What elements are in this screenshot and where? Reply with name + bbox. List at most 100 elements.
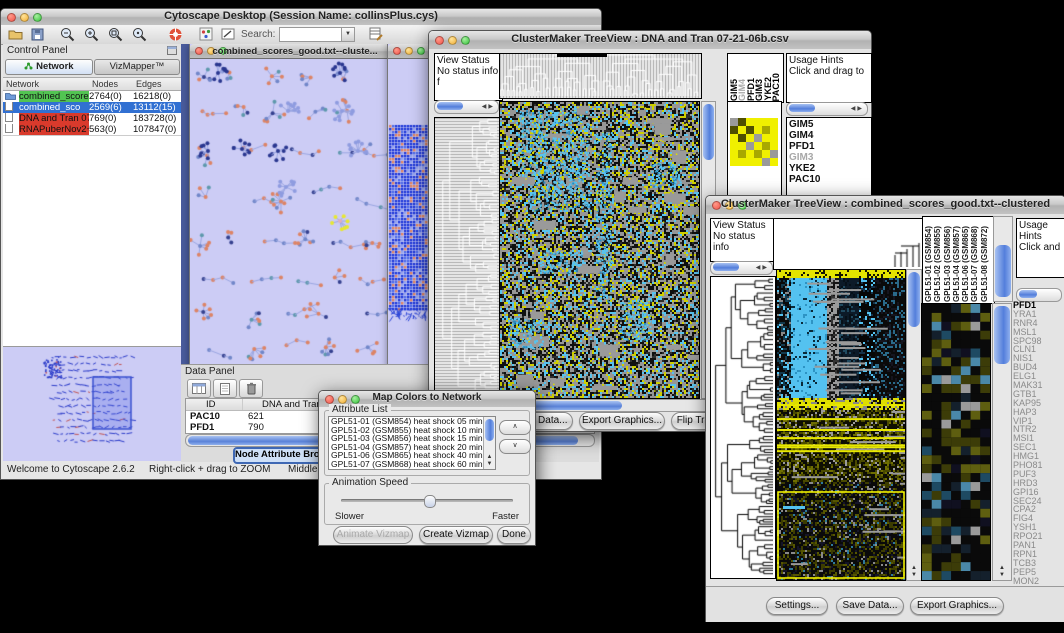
scrollbar-arrows[interactable]: ◀▶ (851, 105, 864, 112)
scrollbar-thumb[interactable] (994, 306, 1010, 364)
network-view-titlebar[interactable]: combined_scores_good.txt--cluste... (190, 44, 400, 59)
network-table-row[interactable]: DNA and Tran 07769(0)183728(0) (3, 113, 181, 124)
network-canvas[interactable] (190, 59, 396, 364)
scrollbar-thumb[interactable] (437, 102, 463, 110)
main-titlebar[interactable]: Cytoscape Desktop (Session Name: collins… (1, 9, 601, 26)
create-vizmap-button[interactable]: Create Vizmap (419, 526, 493, 544)
col-network[interactable]: Network (6, 79, 39, 89)
scrollbar-arrows[interactable]: ▲▼ (993, 565, 1011, 579)
delete-trash-icon[interactable] (239, 379, 263, 398)
row-dendrogram[interactable] (434, 117, 500, 399)
heatmap-zoom-panel[interactable] (921, 303, 991, 581)
column-label[interactable]: GPL51-02 (GSM855) (933, 226, 942, 302)
column-label[interactable]: GIM3 (754, 79, 762, 101)
gene-item[interactable]: PAC10 (789, 174, 869, 185)
network-view2-titlebar[interactable] (388, 44, 432, 59)
network-tree-area[interactable] (3, 135, 181, 346)
help-lifering-icon[interactable] (167, 26, 184, 42)
network-overview-thumbnail[interactable] (3, 347, 179, 459)
scrollbar-arrows[interactable]: ▲▼ (907, 565, 921, 579)
col-id[interactable]: ID (206, 399, 216, 410)
select-attributes-icon[interactable] (187, 379, 211, 398)
scrollbar-thumb[interactable] (713, 263, 739, 271)
attribute-browser-icon[interactable] (367, 26, 384, 42)
hints-scrollbar[interactable] (1016, 288, 1062, 302)
zoom-fit-icon[interactable] (131, 26, 148, 42)
row-dendrogram[interactable] (710, 276, 776, 579)
zoom-button[interactable] (417, 47, 425, 55)
column-label[interactable]: YKE2 (763, 77, 771, 101)
scrollbar-thumb[interactable] (703, 104, 714, 160)
scrollbar-thumb[interactable] (1019, 290, 1037, 298)
scrollbar-thumb[interactable] (485, 419, 494, 441)
heatmap-main[interactable] (499, 101, 700, 399)
gene-item[interactable]: PFD1 (789, 141, 869, 152)
column-dendrogram[interactable] (499, 53, 702, 99)
close-button[interactable] (393, 47, 401, 55)
treeview-dna-titlebar[interactable]: ClusterMaker TreeView : DNA and Tran 07-… (429, 31, 871, 50)
column-label[interactable]: GPL51-01 (GSM854) (924, 226, 933, 302)
treeview-combined-titlebar[interactable]: ClusterMaker TreeView : combined_scores_… (706, 196, 1064, 215)
settings-button[interactable]: Settings... (766, 597, 828, 615)
list-vscrollbar[interactable]: ▲▼ (483, 417, 495, 469)
move-up-button[interactable]: ∧ (499, 420, 531, 435)
gene-item[interactable]: GIM5 (789, 119, 869, 130)
status-scrollbar[interactable]: ◀▶ (434, 100, 499, 114)
gene-item[interactable]: YKE2 (789, 163, 869, 174)
column-dendrogram-area[interactable] (773, 218, 924, 270)
network-table-row[interactable]: RNAPuberNov2+563(0)107847(0) (3, 124, 181, 135)
gene-item[interactable]: MON2 (1013, 577, 1063, 586)
animate-vizmap-button[interactable]: Animate Vizmap (333, 526, 413, 544)
vizmap-shortcut-icon[interactable] (197, 26, 214, 42)
hints-scrollbar[interactable]: ◀▶ (786, 102, 868, 116)
gene-item[interactable]: GIM3 (789, 152, 869, 163)
new-attribute-icon[interactable] (213, 379, 237, 398)
column-label[interactable]: GIM4 (737, 79, 745, 101)
zoom-vscrollbar[interactable]: ▲▼ (992, 303, 1012, 581)
tab-vizmapper[interactable]: VizMapper™ (94, 59, 180, 75)
tab-network[interactable]: Network (5, 59, 93, 75)
speed-slider-thumb[interactable] (424, 495, 436, 508)
scrollbar-thumb[interactable] (789, 104, 815, 112)
col-edges[interactable]: Edges (136, 79, 162, 89)
save-icon[interactable] (29, 26, 46, 42)
float-panel-icon[interactable] (167, 46, 177, 58)
zoom-selected-icon[interactable] (107, 26, 124, 42)
scrollbar-arrows[interactable]: ◀▶ (482, 103, 495, 110)
attribute-list-item[interactable]: GPL51-07 (GSM868) heat shock 60 min (329, 460, 495, 469)
zoom-in-icon[interactable] (83, 26, 100, 42)
map-colors-dialog: Map Colors to Network Attribute List GPL… (318, 390, 536, 546)
labels-vscrollbar[interactable] (993, 216, 1013, 302)
column-label[interactable]: PAC10 (771, 73, 779, 101)
export-graphics-button[interactable]: Export Graphics... (579, 412, 665, 430)
network-table-row[interactable]: combined_scores2764(0)16218(0) (3, 91, 181, 102)
network-table-row[interactable]: combined_sco2569(6)13112(15) (3, 102, 181, 113)
col-nodes[interactable]: Nodes (92, 79, 118, 89)
gene-item[interactable]: GIM4 (789, 130, 869, 141)
status-scrollbar[interactable]: ◀▶ (710, 261, 773, 275)
save-data-button[interactable]: Save Data... (836, 597, 904, 615)
speed-slider-track[interactable] (341, 499, 513, 502)
done-button[interactable]: Done (497, 526, 531, 544)
column-label[interactable]: GPL51-08 (GSM872) (980, 226, 989, 302)
open-icon[interactable] (7, 26, 24, 42)
zoom-out-icon[interactable] (59, 26, 76, 42)
dense-network-canvas[interactable] (388, 59, 430, 364)
scrollbar-thumb[interactable] (995, 245, 1011, 297)
search-input[interactable]: ▼ (279, 27, 343, 42)
heatmap-main[interactable] (776, 269, 906, 581)
minimize-button[interactable] (405, 47, 413, 55)
column-label[interactable]: GPL51-03 (GSM856) (943, 226, 952, 302)
move-down-button[interactable]: ∨ (499, 439, 531, 454)
annotation-icon[interactable] (219, 26, 236, 42)
export-graphics-button[interactable]: Export Graphics... (910, 597, 1004, 615)
scrollbar-thumb[interactable] (908, 272, 920, 327)
scrollbar-arrows[interactable]: ▲▼ (484, 454, 495, 468)
column-label[interactable]: GPL51-04 (GSM857) (952, 226, 961, 302)
scrollbar-arrows[interactable]: ◀▶ (756, 264, 769, 271)
column-label[interactable]: GPL51-07 (GSM868) (970, 226, 979, 302)
heatmap-vscrollbar[interactable]: ▲▼ (906, 269, 922, 581)
column-label[interactable]: PFD1 (746, 78, 754, 101)
correlation-matrix[interactable] (730, 118, 778, 166)
search-dropdown-icon[interactable]: ▼ (341, 27, 355, 42)
